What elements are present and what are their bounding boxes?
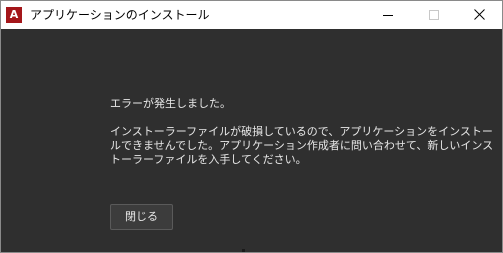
bottom-grip: [242, 249, 245, 252]
minimize-button[interactable]: [365, 1, 411, 29]
error-message: インストーラーファイルが破損しているので、アプリケーションをインストールできませ…: [110, 125, 494, 166]
maximize-button: [411, 1, 457, 29]
maximize-icon: [429, 10, 439, 20]
title-bar[interactable]: A アプリケーションのインストール: [1, 1, 502, 29]
minimize-icon: [383, 15, 393, 16]
close-icon: [474, 9, 485, 20]
error-headline: エラーが発生しました。: [110, 97, 231, 110]
dialog-content: エラーが発生しました。 インストーラーファイルが破損しているので、アプリケーショ…: [1, 29, 502, 252]
adobe-air-app-icon: A: [6, 7, 22, 23]
window-close-button[interactable]: [456, 1, 502, 29]
installer-window: A アプリケーションのインストール エラーが発生しました。 インストーラーファイ…: [0, 0, 503, 253]
close-button[interactable]: 閉じる: [110, 204, 173, 230]
window-title: アプリケーションのインストール: [30, 8, 210, 22]
